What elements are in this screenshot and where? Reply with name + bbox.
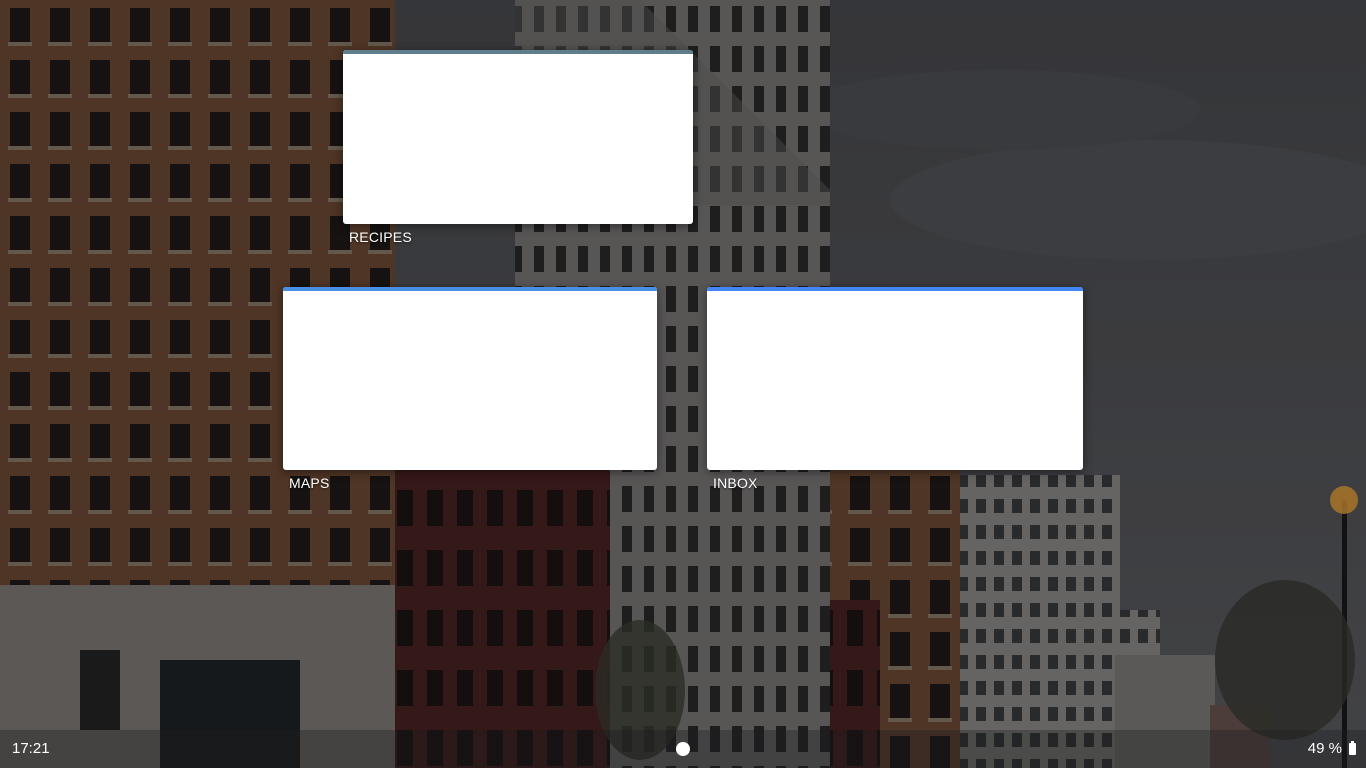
desktop-overview: RECIPES MAPS INBOX 17:21 49 % — [0, 0, 1366, 768]
battery-icon — [1349, 740, 1356, 755]
clock-time[interactable]: 17:21 — [12, 740, 50, 757]
window-recipes-accent-bar — [343, 50, 693, 54]
window-inbox-accent-bar — [707, 287, 1083, 291]
window-recipes[interactable] — [343, 50, 693, 224]
window-maps-title: MAPS — [289, 475, 330, 491]
window-recipes-title: RECIPES — [349, 229, 412, 245]
window-inbox-title: INBOX — [713, 475, 758, 491]
battery-percentage: 49 % — [1307, 740, 1342, 757]
window-inbox[interactable] — [707, 287, 1083, 470]
window-maps-accent-bar — [283, 287, 657, 291]
window-maps[interactable] — [283, 287, 657, 470]
status-tray[interactable]: 49 % — [1308, 740, 1356, 757]
launcher-dot-icon[interactable] — [676, 742, 690, 756]
